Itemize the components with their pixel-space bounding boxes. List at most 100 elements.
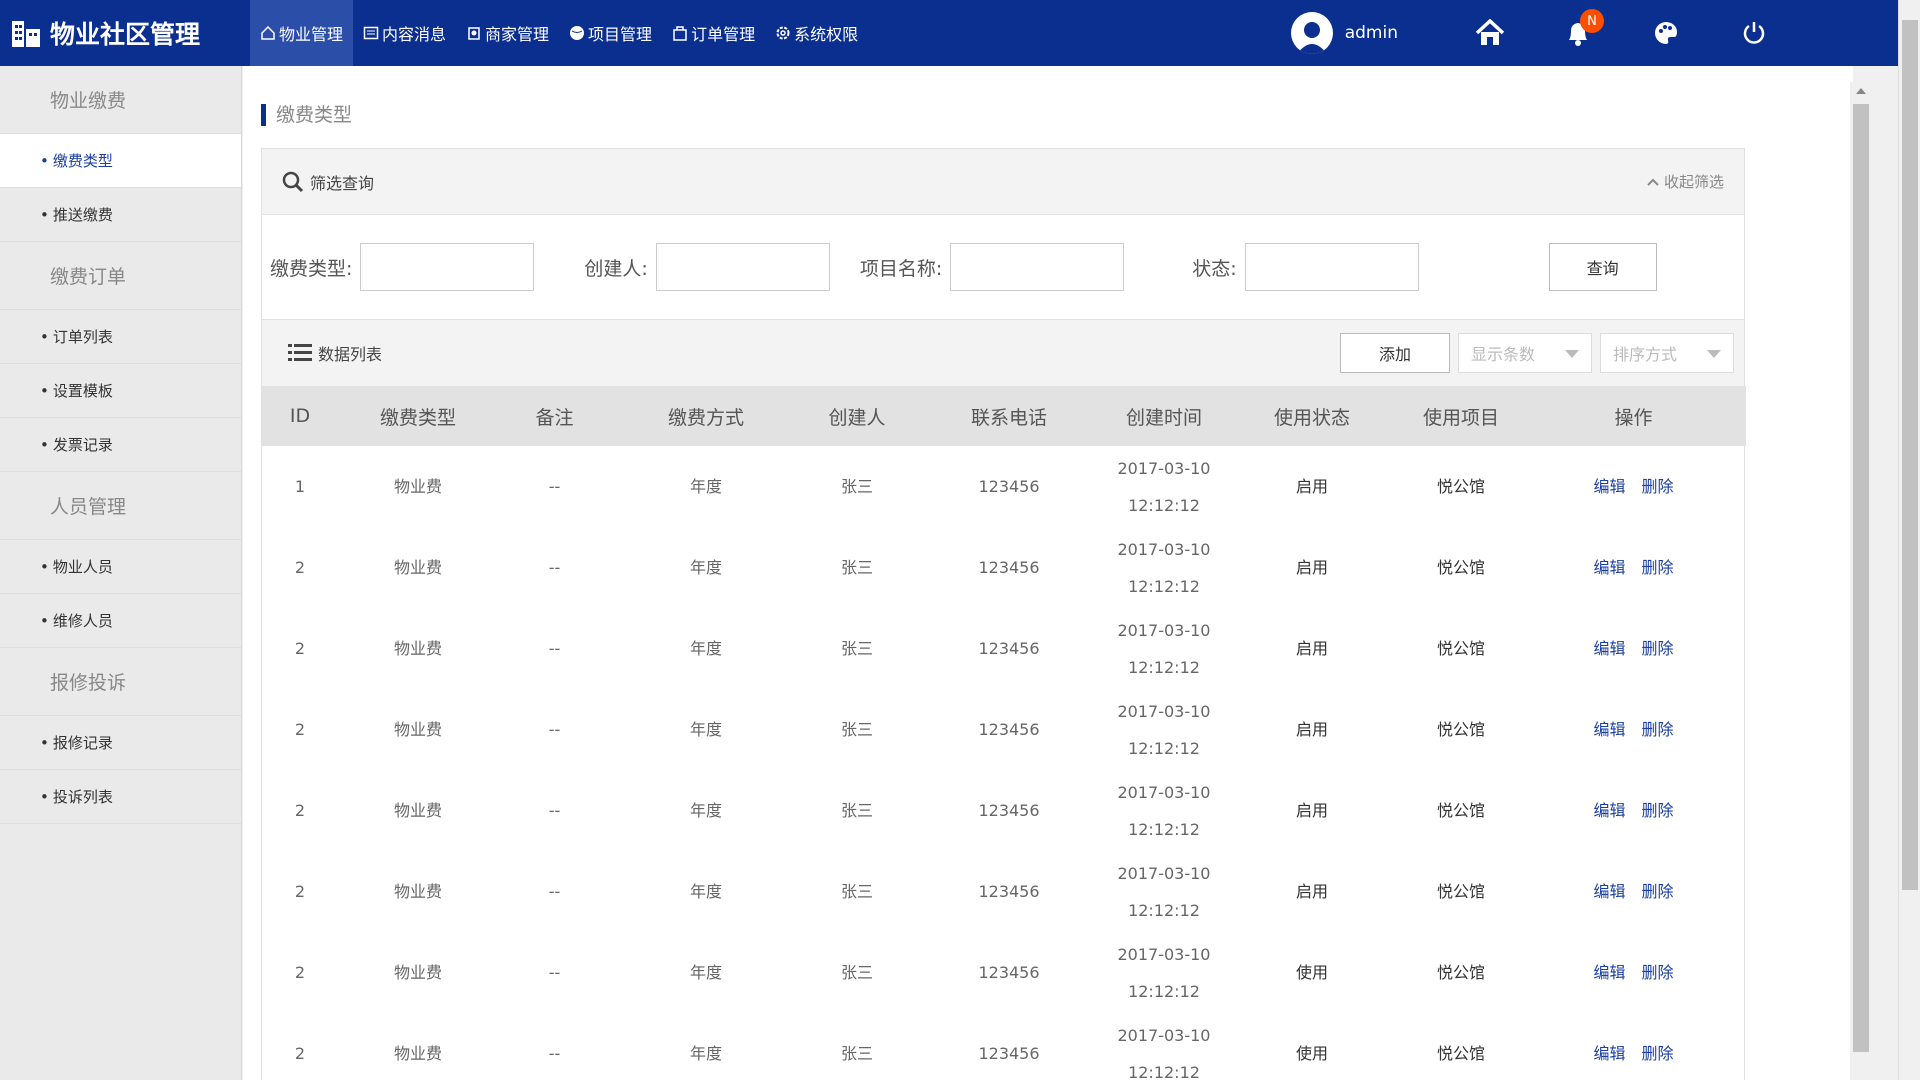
- row-created-time: 2017-03-10 12:12:12: [1105, 1013, 1223, 1080]
- sidebar-item-complaint-list[interactable]: • 投诉列表: [0, 770, 241, 824]
- window-scrollbar[interactable]: [1898, 0, 1920, 1080]
- edit-link[interactable]: 编辑: [1593, 801, 1625, 820]
- delete-link[interactable]: 删除: [1642, 963, 1674, 982]
- row-note: --: [548, 720, 561, 739]
- sidebar-item-order-list[interactable]: • 订单列表: [0, 310, 241, 364]
- row-created-time: 2017-03-10 12:12:12: [1105, 851, 1223, 932]
- edit-link[interactable]: 编辑: [1593, 720, 1625, 739]
- logo[interactable]: 物业社区管理: [0, 0, 250, 66]
- sidebar-item-template[interactable]: • 设置模板: [0, 364, 241, 418]
- home-outline-icon: [261, 25, 275, 40]
- home-button[interactable]: [1474, 17, 1506, 49]
- sidebar-item-fee-type[interactable]: • 缴费类型: [0, 134, 241, 188]
- column-header[interactable]: 操作: [1521, 386, 1746, 446]
- user-icon: [1296, 22, 1327, 54]
- nav-item-project[interactable]: 项目管理: [559, 0, 662, 66]
- row-status: 启用: [1295, 720, 1328, 739]
- query-button[interactable]: 查询: [1548, 243, 1657, 291]
- status-input[interactable]: [1244, 243, 1419, 291]
- sidebar-group-complaints[interactable]: 报修投诉: [0, 648, 241, 716]
- delete-link[interactable]: 删除: [1642, 477, 1674, 496]
- nav-label: 物业管理: [279, 25, 344, 44]
- content-scrollbar[interactable]: [1850, 82, 1872, 1080]
- scroll-up-icon[interactable]: [1856, 88, 1866, 94]
- palette-icon: [1655, 22, 1677, 44]
- creator-input[interactable]: [655, 243, 830, 291]
- notifications-button[interactable]: N: [1562, 9, 1604, 49]
- top-right-controls: admin N: [1290, 0, 1898, 66]
- logout-button[interactable]: [1738, 17, 1770, 49]
- add-button[interactable]: 添加: [1340, 333, 1450, 373]
- edit-link[interactable]: 编辑: [1593, 558, 1625, 577]
- edit-link[interactable]: 编辑: [1593, 882, 1625, 901]
- bag-icon: [673, 26, 687, 41]
- row-actions: 编辑 删除: [1521, 608, 1746, 689]
- row-project: 悦公馆: [1436, 720, 1485, 739]
- row-date: 2017-03-10: [1117, 863, 1211, 883]
- row-note: --: [548, 963, 561, 982]
- edit-link[interactable]: 编辑: [1593, 477, 1625, 496]
- table-body: 1 物业费 -- 年度 张三 123456 2017-03-10 12:12:12 启用 悦公馆编…: [262, 446, 1746, 1080]
- content-scroll-thumb[interactable]: [1853, 104, 1869, 1052]
- row-method: 年度: [689, 1044, 722, 1063]
- edit-link[interactable]: 编辑: [1593, 639, 1625, 658]
- content-panel: 筛选查询 收起筛选 缴费类型: 创建人: 项目名称: 状态: 查询 数据列表 添…: [261, 148, 1746, 1080]
- nav-item-content[interactable]: 内容消息: [353, 0, 456, 66]
- sidebar-item-label: 发票记录: [52, 436, 113, 454]
- delete-link[interactable]: 删除: [1642, 720, 1674, 739]
- row-id: 2: [294, 558, 306, 577]
- nav-item-order[interactable]: 订单管理: [662, 0, 765, 66]
- column-header[interactable]: ID: [262, 386, 338, 446]
- username[interactable]: admin: [1345, 23, 1398, 43]
- edit-link[interactable]: 编辑: [1593, 1044, 1625, 1063]
- project-name-input[interactable]: [950, 243, 1125, 291]
- delete-link[interactable]: 删除: [1642, 1044, 1674, 1063]
- row-id: 2: [294, 720, 306, 739]
- column-header[interactable]: 备注: [498, 386, 611, 446]
- fee-type-input[interactable]: [360, 243, 535, 291]
- delete-link[interactable]: 删除: [1642, 558, 1674, 577]
- avatar[interactable]: [1290, 12, 1333, 54]
- nav-item-merchant[interactable]: 商家管理: [456, 0, 559, 66]
- row-phone: 123456: [978, 963, 1040, 982]
- bullet: •: [40, 151, 49, 170]
- column-header[interactable]: 创建人: [801, 386, 913, 446]
- column-header[interactable]: 缴费方式: [611, 386, 801, 446]
- row-time: 12:12:12: [1128, 576, 1200, 596]
- sidebar-group-orders[interactable]: 缴费订单: [0, 242, 241, 310]
- delete-link[interactable]: 删除: [1642, 639, 1674, 658]
- window-scroll-thumb[interactable]: [1902, 20, 1918, 890]
- list-toolbar: 添加 显示条数 排序方式: [1340, 333, 1734, 373]
- delete-link[interactable]: 删除: [1642, 882, 1674, 901]
- chevron-up-icon: [1647, 178, 1659, 186]
- nav-item-property[interactable]: 物业管理: [250, 0, 354, 66]
- nav-item-permissions[interactable]: 系统权限: [765, 0, 868, 66]
- sidebar-item-repair-records[interactable]: • 报修记录: [0, 716, 241, 770]
- column-header[interactable]: 联系电话: [913, 386, 1105, 446]
- collapse-filter-button[interactable]: 收起筛选: [1646, 171, 1724, 192]
- sidebar: 物业缴费 • 缴费类型 • 推送缴费 缴费订单 • 订单列表 • 设置模板 • 发票记录 …: [0, 66, 242, 1080]
- column-header[interactable]: 缴费类型: [338, 386, 498, 446]
- row-creator: 张三: [840, 882, 873, 901]
- edit-link[interactable]: 编辑: [1593, 963, 1625, 982]
- sort-select[interactable]: 排序方式: [1600, 333, 1734, 373]
- column-header[interactable]: 使用状态: [1223, 386, 1401, 446]
- row-note: --: [548, 477, 561, 496]
- sidebar-item-push-fee[interactable]: • 推送缴费: [0, 188, 241, 242]
- row-note: --: [548, 639, 561, 658]
- theme-button[interactable]: [1650, 17, 1682, 49]
- sidebar-group-payment[interactable]: 物业缴费: [0, 66, 241, 134]
- column-header[interactable]: 使用项目: [1401, 386, 1521, 446]
- column-header[interactable]: 创建时间: [1105, 386, 1223, 446]
- sidebar-group-staff[interactable]: 人员管理: [0, 472, 241, 540]
- row-method: 年度: [689, 720, 722, 739]
- show-count-select[interactable]: 显示条数: [1458, 333, 1592, 373]
- sidebar-item-invoice[interactable]: • 发票记录: [0, 418, 241, 472]
- bullet: •: [40, 205, 49, 224]
- row-fee-type: 物业费: [393, 558, 442, 577]
- power-icon: [1743, 22, 1765, 44]
- sidebar-item-property-staff[interactable]: • 物业人员: [0, 540, 241, 594]
- delete-link[interactable]: 删除: [1642, 801, 1674, 820]
- sidebar-item-label: 物业人员: [52, 558, 113, 576]
- sidebar-item-repair-staff[interactable]: • 维修人员: [0, 594, 241, 648]
